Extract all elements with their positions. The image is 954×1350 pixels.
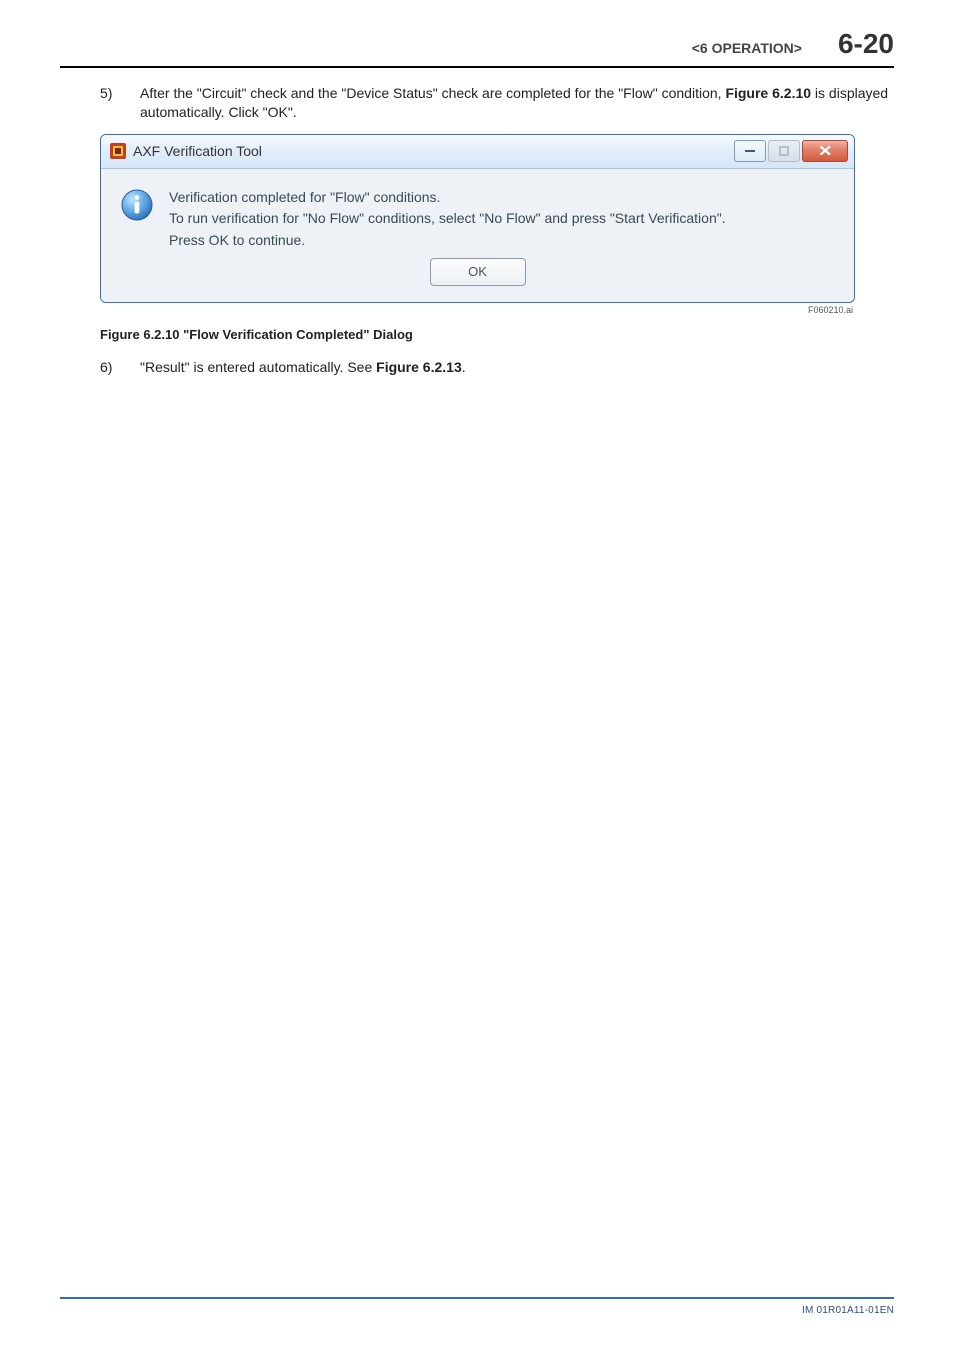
step-6-text-after: .: [462, 359, 466, 375]
step-5-num: 5): [100, 84, 122, 122]
page-footer: IM 01R01A11-01EN: [60, 1297, 894, 1316]
close-button[interactable]: ✕: [802, 140, 848, 162]
ok-button[interactable]: OK: [430, 258, 526, 286]
page-number: 6-20: [838, 28, 894, 60]
step-5: 5) After the "Circuit" check and the "De…: [100, 84, 894, 122]
dialog-window: AXF Verification Tool ✕: [100, 134, 855, 303]
dialog-body: Verification completed for "Flow" condit…: [101, 169, 854, 302]
step-6-bold: Figure 6.2.13: [376, 359, 462, 375]
app-icon: [109, 142, 127, 160]
step-5-text: After the "Circuit" check and the "Devic…: [140, 84, 894, 122]
maximize-button[interactable]: [768, 140, 800, 162]
step-5-bold: Figure 6.2.10: [725, 85, 811, 101]
step-6-text-before: "Result" is entered automatically. See: [140, 359, 376, 375]
window-buttons: ✕: [732, 140, 848, 162]
close-icon: ✕: [818, 144, 832, 159]
minimize-button[interactable]: [734, 140, 766, 162]
titlebar: AXF Verification Tool ✕: [101, 135, 854, 169]
info-icon: [119, 187, 155, 223]
dialog-line2: To run verification for "No Flow" condit…: [169, 208, 726, 230]
figure-caption: Figure 6.2.10 "Flow Verification Complet…: [100, 327, 894, 342]
image-ref: F060210.ai: [100, 305, 855, 315]
footer-rule: [60, 1297, 894, 1299]
page-header: <6 OPERATION> 6-20: [60, 0, 894, 60]
step-6-num: 6): [100, 358, 122, 377]
step-6: 6) "Result" is entered automatically. Se…: [100, 358, 894, 377]
maximize-icon: [779, 146, 789, 156]
step-5-text-before: After the "Circuit" check and the "Devic…: [140, 85, 725, 101]
section-label: <6 OPERATION>: [692, 40, 802, 56]
ok-button-label: OK: [468, 264, 487, 279]
dialog-line3: Press OK to continue.: [169, 230, 726, 252]
dialog-line1: Verification completed for "Flow" condit…: [169, 187, 726, 209]
dialog-title: AXF Verification Tool: [133, 143, 262, 159]
dialog-message: Verification completed for "Flow" condit…: [169, 187, 726, 252]
step-6-text: "Result" is entered automatically. See F…: [140, 358, 466, 377]
footer-doc-id: IM 01R01A11-01EN: [60, 1305, 894, 1316]
minimize-icon: [745, 150, 755, 152]
